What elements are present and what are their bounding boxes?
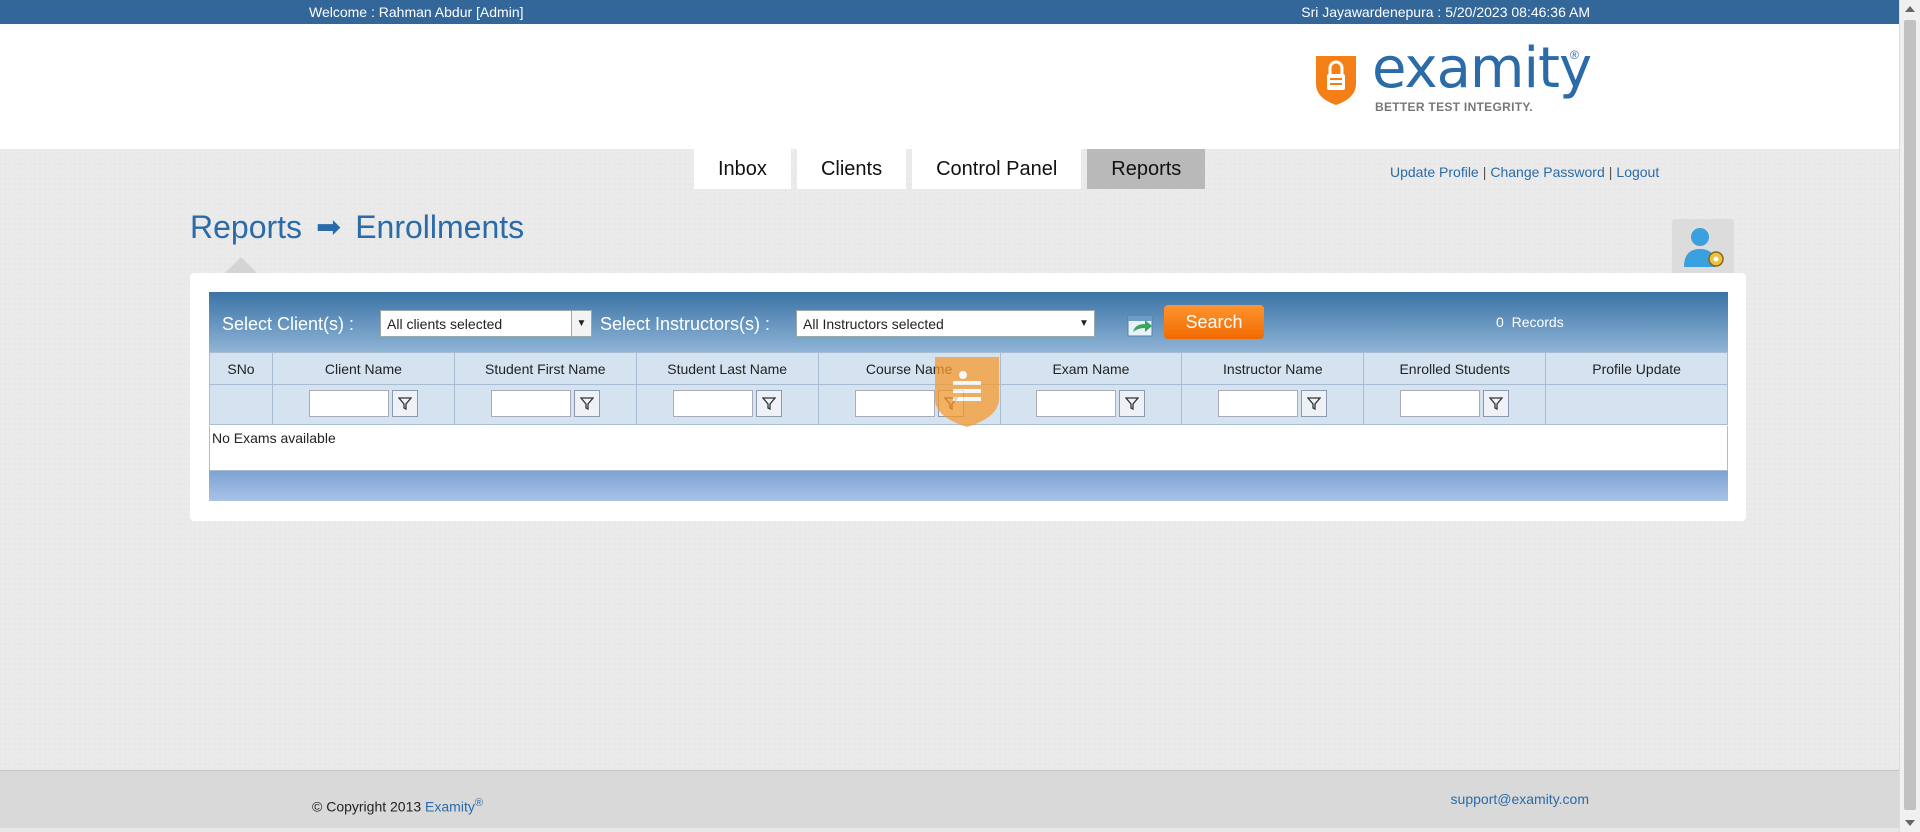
filter-bar: Select Client(s) : All clients selected … [209, 292, 1728, 352]
student-last-name-filter-input[interactable] [672, 389, 753, 417]
records-count: 0 Records [1496, 314, 1564, 330]
filter-cell [453, 384, 637, 425]
floating-shield-widget-icon[interactable] [933, 355, 1001, 429]
column-header[interactable]: Profile Update [1545, 352, 1728, 385]
footer-brand-link[interactable]: Examity [425, 799, 475, 815]
records-number: 0 [1496, 314, 1504, 330]
filter-cell-empty [1545, 384, 1728, 425]
filter-cell [1363, 384, 1547, 425]
filter-icon[interactable] [573, 389, 600, 417]
filter-cell [635, 384, 819, 425]
welcome-text: Welcome : Rahman Abdur [Admin] [309, 4, 524, 20]
student-first-name-filter-input[interactable] [490, 389, 571, 417]
filter-icon[interactable] [1301, 389, 1328, 417]
instructor-filter-label: Select Instructors(s) : [600, 314, 771, 334]
copyright: © Copyright 2013 Examity® [312, 797, 483, 815]
course-name-filter-input[interactable] [854, 389, 935, 417]
exam-name-filter-input[interactable] [1036, 389, 1117, 417]
tab-reports[interactable]: Reports [1087, 149, 1206, 189]
instructor-name-filter-input[interactable] [1218, 389, 1299, 417]
heading-pointer [225, 257, 257, 273]
user-links: Update Profile | Change Password | Logout [1390, 164, 1659, 180]
scroll-down-icon[interactable] [1905, 820, 1915, 826]
grid-footer [209, 471, 1728, 501]
link-separator: | [1482, 164, 1487, 180]
instructor-select[interactable]: All Instructors selected ▼ [796, 310, 1095, 337]
scroll-up-icon[interactable] [1905, 6, 1915, 12]
tab-inbox[interactable]: Inbox [694, 149, 791, 189]
footer: © Copyright 2013 Examity® support@examit… [0, 770, 1899, 828]
logo-tagline: BETTER TEST INTEGRITY. [1375, 100, 1533, 114]
vertical-scrollbar[interactable] [1899, 0, 1920, 832]
export-icon[interactable] [1127, 312, 1155, 338]
client-filter-label: Select Client(s) : [222, 314, 355, 334]
support-email-link[interactable]: support@examity.com [1451, 791, 1589, 807]
logo-registered-mark: ® [1570, 48, 1579, 62]
filter-icon[interactable] [1119, 389, 1146, 417]
main-nav: Inbox Clients Control Panel Reports [694, 149, 1206, 189]
copyright-text: © Copyright 2013 [312, 798, 426, 815]
filter-icon[interactable] [391, 389, 418, 417]
column-header[interactable]: Instructor Name [1181, 352, 1365, 385]
top-bar: Welcome : Rahman Abdur [Admin] Sri Jayaw… [0, 0, 1899, 24]
filter-icon[interactable] [755, 389, 782, 417]
filter-cell [1181, 384, 1365, 425]
tab-clients[interactable]: Clients [796, 149, 907, 189]
filter-cell [271, 384, 455, 425]
tab-control-panel[interactable]: Control Panel [912, 149, 1082, 189]
lock-shield-icon [1316, 56, 1356, 105]
client-select[interactable]: All clients selected ▼ [380, 310, 592, 337]
empty-message: No Exams available [209, 426, 1728, 471]
column-header[interactable]: Exam Name [999, 352, 1183, 385]
user-gear-icon [1684, 228, 1724, 267]
column-header[interactable]: SNo [209, 352, 273, 385]
records-label: Records [1511, 314, 1564, 330]
column-header[interactable]: Student Last Name [635, 352, 819, 385]
server-clock: Sri Jayawardenepura : 5/20/2023 08:46:36… [1301, 4, 1590, 20]
breadcrumb-subsection: Enrollments [355, 209, 525, 245]
examity-logo[interactable]: examity ® BETTER TEST INTEGRITY. [1312, 36, 1592, 116]
client-name-filter-input[interactable] [308, 389, 389, 417]
column-header[interactable]: Client Name [271, 352, 455, 385]
column-header[interactable]: Student First Name [453, 352, 637, 385]
page-title: Reports ➡ Enrollments [190, 209, 524, 246]
update-profile-link[interactable]: Update Profile [1390, 164, 1479, 180]
chevron-down-icon[interactable]: ▼ [571, 311, 591, 336]
filter-cell [999, 384, 1183, 425]
change-password-link[interactable]: Change Password [1490, 164, 1604, 180]
column-header[interactable]: Enrolled Students [1363, 352, 1547, 385]
chevron-down-icon[interactable]: ▼ [1074, 311, 1094, 336]
logo-wordmark: examity [1372, 36, 1592, 101]
client-select-value: All clients selected [387, 315, 503, 332]
link-separator: | [1608, 164, 1613, 180]
logout-link[interactable]: Logout [1616, 164, 1659, 180]
right-arrow-icon: ➡ [316, 211, 342, 244]
search-button[interactable]: Search [1164, 305, 1264, 339]
filter-icon[interactable] [1483, 389, 1510, 417]
main-content: Inbox Clients Control Panel Reports Upda… [0, 149, 1899, 770]
instructor-select-value: All Instructors selected [803, 315, 944, 332]
header: examity ® BETTER TEST INTEGRITY. [0, 24, 1899, 149]
breadcrumb-section: Reports [190, 209, 303, 245]
footer-registered-mark: ® [474, 797, 483, 809]
enrolled-students-filter-input[interactable] [1400, 389, 1481, 417]
scroll-thumb[interactable] [1904, 20, 1916, 810]
filter-cell-empty [209, 384, 273, 425]
user-settings-icon[interactable] [1672, 219, 1734, 275]
